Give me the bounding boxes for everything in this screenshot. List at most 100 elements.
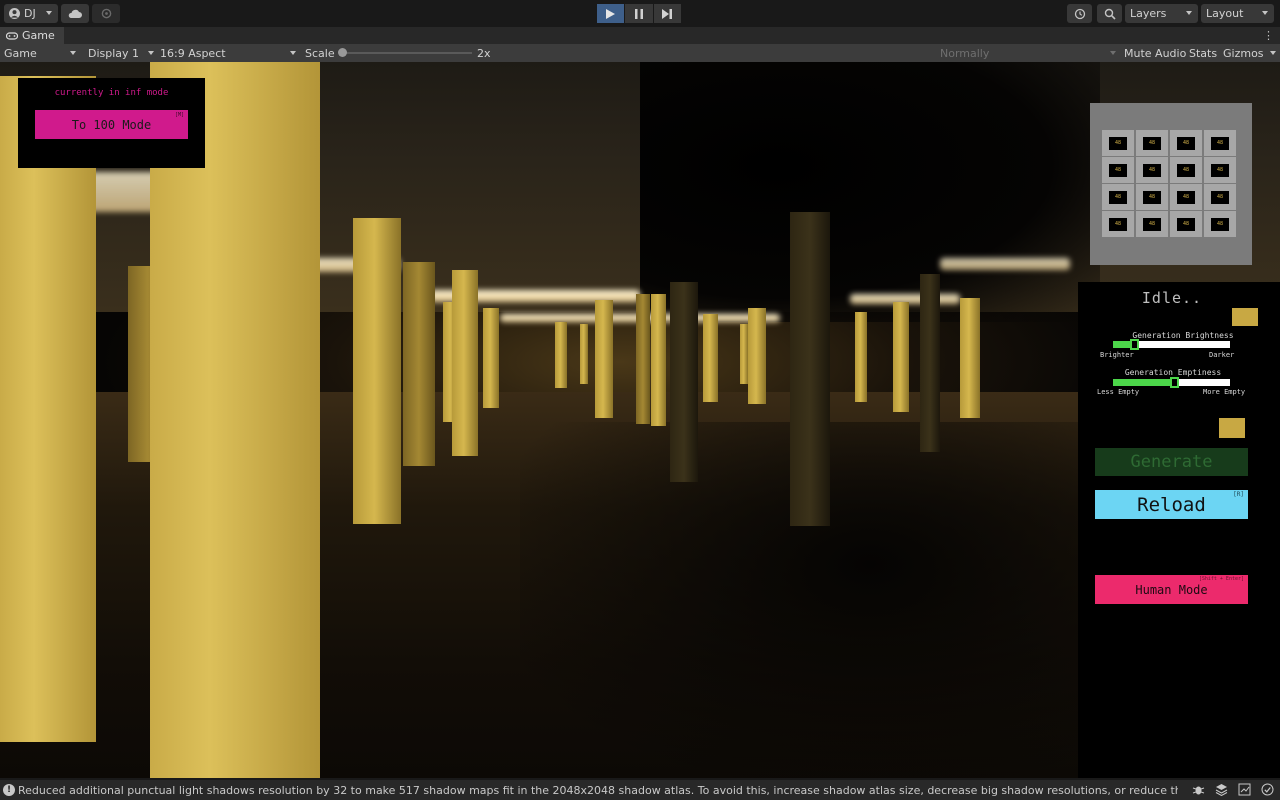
- pillar: [960, 298, 980, 418]
- grid-cell: 48: [1102, 184, 1134, 210]
- tab-label: Game: [22, 29, 55, 42]
- stats-toggle[interactable]: Stats: [1189, 44, 1217, 62]
- grid-cell-value: 48: [1177, 190, 1195, 204]
- human-mode-label: Human Mode: [1135, 582, 1208, 597]
- grid-cell: 48: [1204, 184, 1236, 210]
- brightness-slider[interactable]: [1113, 339, 1230, 350]
- status-icons: [1192, 783, 1274, 796]
- account-label: DJ: [24, 7, 36, 20]
- collab-button[interactable]: [92, 4, 120, 23]
- gizmos-label: Gizmos: [1223, 46, 1264, 60]
- pillar: [790, 212, 830, 526]
- generate-button[interactable]: Generate: [1095, 448, 1248, 476]
- main-toolbar: DJ Layers Layout: [0, 0, 1280, 27]
- pillar: [740, 324, 748, 384]
- chevron-down-icon: [70, 51, 76, 55]
- layout-dropdown[interactable]: Layout: [1201, 4, 1274, 23]
- layers-label: Layers: [1130, 7, 1167, 20]
- grid-cell-value: 48: [1211, 163, 1229, 177]
- ceiling-light: [940, 258, 1070, 270]
- check-icon[interactable]: [1261, 783, 1274, 796]
- view-select-value: Game: [4, 46, 37, 60]
- emptiness-slider[interactable]: [1113, 377, 1230, 388]
- chevron-down-icon: [46, 11, 52, 15]
- chevron-down-icon: [148, 51, 154, 55]
- vsync-select[interactable]: Normally: [940, 44, 1118, 62]
- brightness-min-label: Brighter: [1100, 351, 1134, 359]
- human-mode-hint: [Shift + Enter]: [1198, 576, 1244, 582]
- grid-cell: 48: [1136, 157, 1168, 183]
- tab-game[interactable]: Game: [0, 27, 64, 44]
- grid-cell: 48: [1170, 130, 1202, 156]
- tab-bar: Game ⋮: [0, 27, 1280, 44]
- human-mode-button[interactable]: Human Mode [Shift + Enter]: [1095, 575, 1248, 604]
- account-icon: [9, 8, 20, 19]
- grid-cell-value: 48: [1143, 163, 1161, 177]
- reload-label: Reload: [1137, 493, 1206, 516]
- grid-cell: 48: [1170, 184, 1202, 210]
- pillar: [651, 294, 666, 426]
- generate-label: Generate: [1130, 452, 1213, 472]
- grid-cell: 48: [1170, 157, 1202, 183]
- gamepad-icon: [6, 31, 18, 40]
- scale-slider-handle[interactable]: [338, 48, 347, 57]
- to-100-mode-button[interactable]: To 100 Mode [M]: [35, 110, 188, 139]
- account-dropdown[interactable]: DJ: [4, 4, 58, 23]
- pillar: [893, 302, 909, 412]
- grid-cell-value: 48: [1211, 190, 1229, 204]
- color-swatch: [1219, 418, 1245, 438]
- brightness-max-label: Darker: [1209, 351, 1235, 359]
- chunk-grid-panel: 48 48 48 48 48 48 48 48 48 48 48 48 48 48 48 48: [1090, 103, 1252, 265]
- grid-cell: 48: [1204, 130, 1236, 156]
- bug-icon[interactable]: [1192, 783, 1205, 796]
- chevron-down-icon: [1262, 11, 1268, 15]
- search-icon: [1104, 8, 1116, 20]
- network-icon[interactable]: [1238, 783, 1251, 796]
- info-icon: !: [3, 784, 15, 796]
- cloud-button[interactable]: [61, 4, 89, 23]
- status-bar: ! Reduced additional punctual light shad…: [0, 780, 1280, 800]
- reload-button[interactable]: Reload [R]: [1095, 490, 1248, 519]
- pillar: [595, 300, 613, 418]
- mode-panel: currently in inf mode To 100 Mode [M]: [18, 78, 205, 168]
- grid-cell-value: 48: [1109, 217, 1127, 231]
- layers-dropdown[interactable]: Layers: [1125, 4, 1198, 23]
- grid-cell-value: 48: [1211, 136, 1229, 150]
- emptiness-slider-handle[interactable]: [1169, 377, 1179, 388]
- console-message[interactable]: Reduced additional punctual light shadow…: [18, 784, 1178, 797]
- scale-slider-track[interactable]: [342, 52, 472, 54]
- display-select-value: Display 1: [88, 46, 140, 60]
- gizmos-toggle[interactable]: Gizmos: [1223, 44, 1278, 62]
- display-select[interactable]: Display 1: [88, 44, 154, 62]
- grid-cell-value: 48: [1109, 190, 1127, 204]
- vsync-select-value: Normally: [940, 46, 990, 60]
- aspect-select[interactable]: 16:9 Aspect: [160, 44, 298, 62]
- history-icon: [1074, 8, 1085, 19]
- chunk-grid: 48 48 48 48 48 48 48 48 48 48 48 48 48 48 48 48: [1102, 130, 1240, 239]
- to-100-mode-label: To 100 Mode: [71, 117, 152, 132]
- pillar: [920, 274, 940, 452]
- pause-button[interactable]: [625, 4, 653, 23]
- grid-cell: 48: [1204, 157, 1236, 183]
- more-options-icon[interactable]: ⋮: [1263, 29, 1274, 42]
- grid-cell-value: 48: [1143, 190, 1161, 204]
- chevron-down-icon: [290, 51, 296, 55]
- generation-status: Idle..: [1141, 289, 1203, 307]
- mute-audio-toggle[interactable]: Mute Audio: [1124, 44, 1186, 62]
- search-button[interactable]: [1097, 4, 1122, 23]
- grid-cell: 48: [1102, 157, 1134, 183]
- playmode-controls: [597, 4, 682, 23]
- game-view-toolbar: Game Display 1 16:9 Aspect Scale 2x Norm…: [0, 44, 1280, 62]
- view-select[interactable]: Game: [4, 44, 80, 62]
- play-button[interactable]: [597, 4, 625, 23]
- pillar: [703, 314, 718, 402]
- pillar: [403, 262, 435, 466]
- brightness-slider-handle[interactable]: [1130, 339, 1140, 350]
- aspect-select-value: 16:9 Aspect: [160, 46, 226, 60]
- step-button[interactable]: [653, 4, 681, 23]
- layers-stack-icon[interactable]: [1215, 783, 1228, 796]
- undo-history-button[interactable]: [1067, 4, 1092, 23]
- pillar: [580, 324, 588, 384]
- grid-cell: 48: [1136, 184, 1168, 210]
- game-viewport[interactable]: currently in inf mode To 100 Mode [M] 48…: [0, 62, 1280, 778]
